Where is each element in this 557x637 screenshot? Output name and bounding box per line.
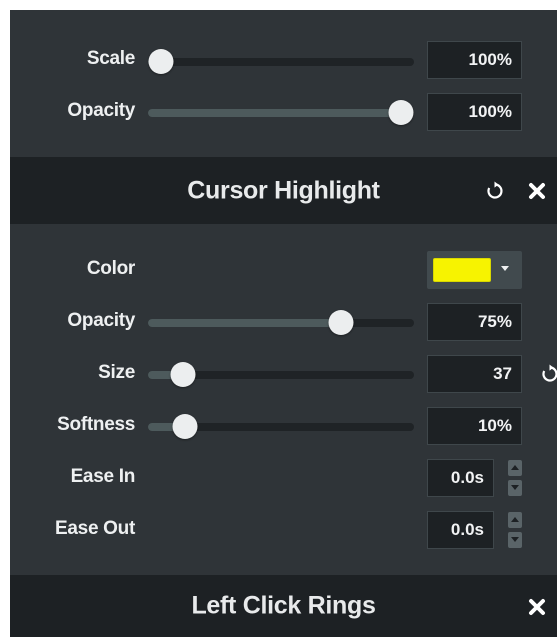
opacity-value-field[interactable]: 100%	[427, 93, 522, 131]
opacity-label: Opacity	[67, 100, 135, 121]
ease-out-stepper[interactable]	[508, 512, 522, 548]
opacity-slider[interactable]	[148, 100, 414, 125]
size-slider-thumb[interactable]	[170, 362, 196, 387]
highlight-opacity-slider-fill	[148, 319, 341, 327]
color-swatch[interactable]	[433, 258, 491, 282]
ease-out-up-arrow-icon[interactable]	[508, 512, 522, 528]
softness-value-field[interactable]: 10%	[427, 407, 522, 445]
properties-panel: Scale 100% Opacity 100% Cursor Highlight…	[10, 10, 557, 637]
size-reset-icon[interactable]	[537, 363, 557, 385]
highlight-opacity-slider[interactable]	[148, 310, 414, 335]
ease-out-field[interactable]: 0.0s	[427, 511, 494, 549]
ease-out-label: Ease Out	[55, 518, 135, 539]
size-label: Size	[98, 362, 135, 383]
ease-in-up-arrow-icon[interactable]	[508, 460, 522, 476]
left-click-rings-title: Left Click Rings	[191, 591, 376, 620]
cursor-highlight-header[interactable]: Cursor Highlight	[10, 157, 557, 224]
highlight-opacity-value-field[interactable]: 75%	[427, 303, 522, 341]
softness-slider[interactable]	[148, 414, 414, 439]
close-icon[interactable]	[524, 594, 550, 620]
color-picker[interactable]	[427, 251, 522, 289]
highlight-opacity-label: Opacity	[67, 310, 135, 331]
opacity-slider-fill	[148, 109, 401, 117]
size-slider[interactable]	[148, 362, 414, 387]
softness-slider-thumb[interactable]	[172, 414, 198, 439]
ease-in-field[interactable]: 0.0s	[427, 459, 494, 497]
color-label: Color	[86, 258, 135, 279]
left-click-rings-header[interactable]: Left Click Rings	[10, 575, 557, 637]
scale-value-field[interactable]: 100%	[427, 41, 522, 79]
ease-out-down-arrow-icon[interactable]	[508, 532, 522, 548]
scale-label: Scale	[86, 48, 135, 69]
softness-label: Softness	[57, 414, 135, 435]
cursor-highlight-title: Cursor Highlight	[187, 176, 380, 204]
reset-icon[interactable]	[482, 178, 508, 204]
ease-in-label: Ease In	[70, 466, 136, 487]
size-value-field[interactable]: 37	[427, 355, 522, 393]
dropdown-arrow-icon[interactable]	[501, 266, 509, 271]
opacity-slider-thumb[interactable]	[388, 100, 414, 125]
scale-slider-thumb[interactable]	[148, 49, 174, 74]
scale-slider[interactable]	[148, 49, 414, 74]
ease-in-stepper[interactable]	[508, 460, 522, 496]
close-icon[interactable]	[524, 178, 550, 204]
ease-in-down-arrow-icon[interactable]	[508, 480, 522, 496]
highlight-opacity-slider-thumb[interactable]	[328, 310, 354, 335]
